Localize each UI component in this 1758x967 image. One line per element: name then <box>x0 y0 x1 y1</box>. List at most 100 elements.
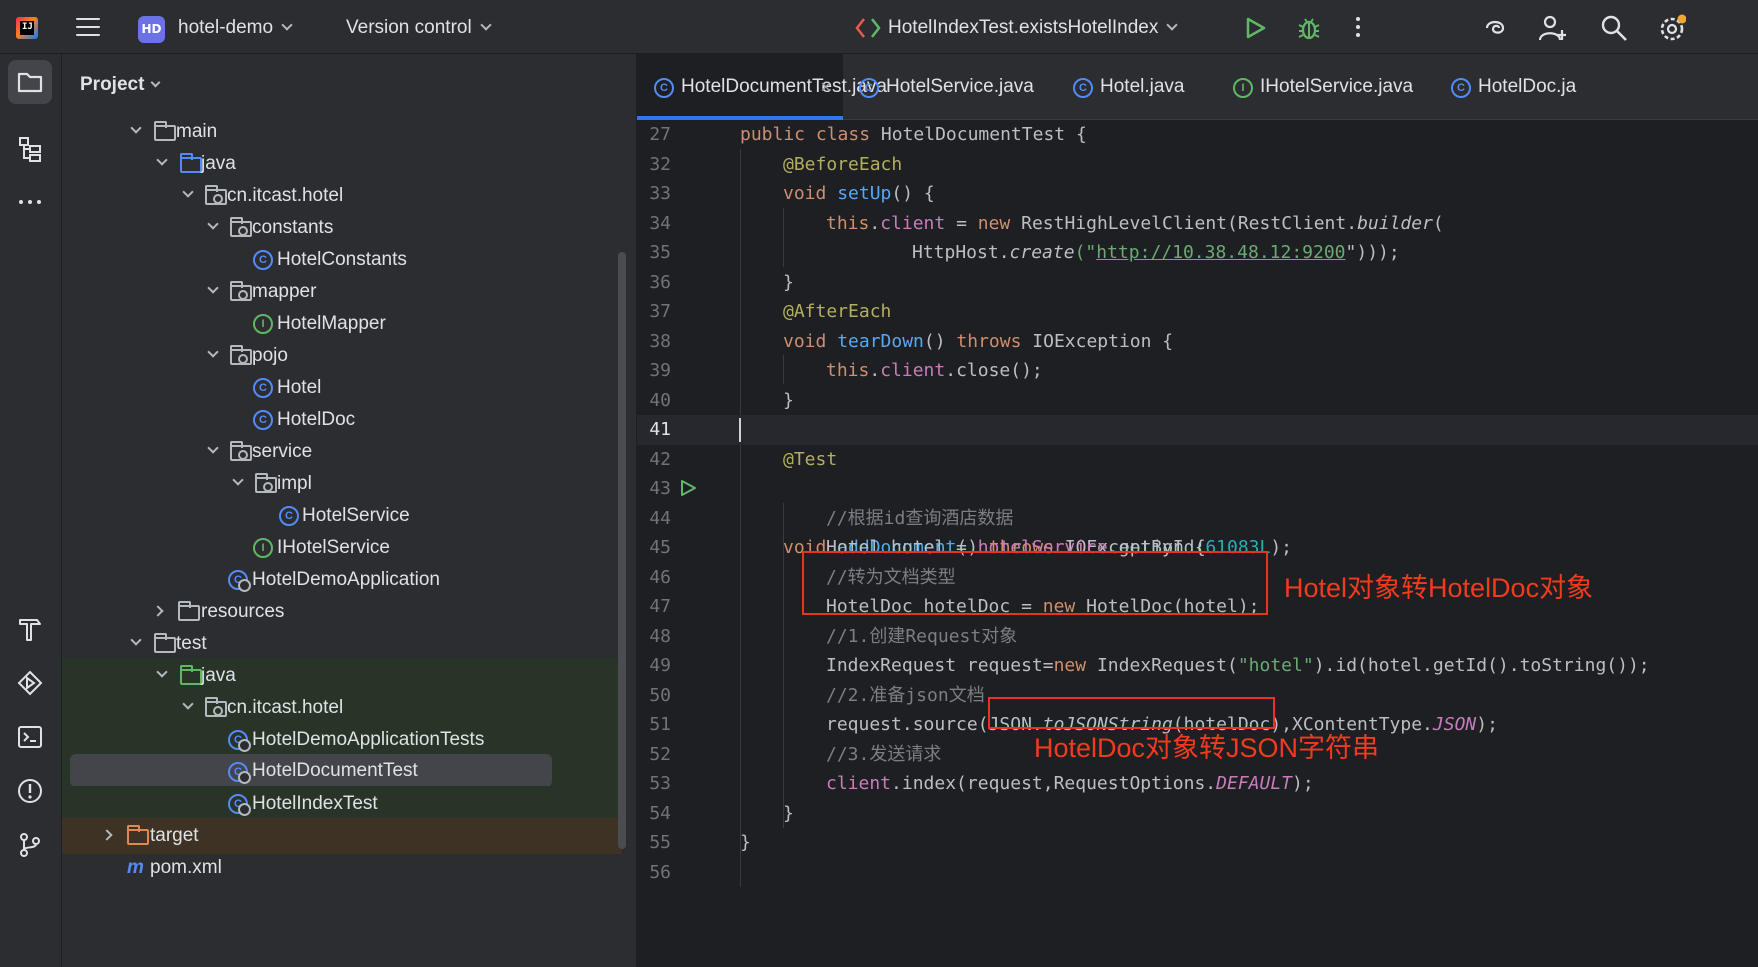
tree-item-hoteldemoapplicationtests[interactable]: C HotelDemoApplicationTests <box>62 722 622 758</box>
tree-item-hotelmapper[interactable]: I HotelMapper <box>62 306 622 342</box>
tree-item-main[interactable]: main <box>62 114 622 150</box>
problems-tool-button[interactable] <box>8 769 52 813</box>
add-user-icon[interactable] <box>1538 14 1566 42</box>
settings-icon[interactable] <box>1658 14 1686 42</box>
test-class-icon: C <box>654 78 674 98</box>
code-token: this <box>826 360 870 381</box>
tree-label: HotelService <box>302 505 410 526</box>
tree-label: cn.itcast.hotel <box>227 185 344 206</box>
highlight-box-json-conversion <box>988 697 1275 729</box>
code-token: = <box>945 212 978 234</box>
code-line: 32 @BeforeEach <box>637 150 1758 180</box>
tree-item-hotel[interactable]: C Hotel <box>62 370 622 406</box>
debug-icon[interactable] <box>1296 15 1322 41</box>
code-line: 44 //根据id查询酒店数据 <box>637 504 1758 534</box>
line-number: 53 <box>649 773 671 794</box>
code-token: void <box>783 330 838 352</box>
tree-item-test[interactable]: test <box>62 626 622 662</box>
tree-item-hoteldocumenttest[interactable]: C HotelDocumentTest <box>70 754 552 787</box>
build-hammer-icon <box>19 619 41 641</box>
tree-item-target[interactable]: target <box>62 818 622 854</box>
structure-tool-button[interactable] <box>8 127 52 171</box>
junit-config-icon <box>855 18 881 38</box>
tab-hotelservice[interactable]: C HotelService.java <box>859 54 1049 120</box>
tab-label: Hotel.java <box>1100 76 1185 97</box>
tree-label: target <box>150 825 199 846</box>
tree-label: service <box>252 441 313 462</box>
code-token: } <box>783 802 794 824</box>
tree-item-mapper[interactable]: mapper <box>62 274 622 310</box>
tree-item-service[interactable]: service <box>62 434 622 470</box>
terminal-tool-button[interactable] <box>8 715 52 759</box>
project-panel-title[interactable]: Project <box>80 74 161 96</box>
code-token: builder <box>1357 212 1433 234</box>
code-token: new <box>977 212 1022 234</box>
tree-item-constants[interactable]: constants <box>62 210 622 246</box>
code-line: 42 @Test <box>637 445 1758 475</box>
run-icon[interactable] <box>1244 17 1266 39</box>
code-line: 34 this.client = new RestHighLevelClient(… <box>637 209 1758 239</box>
tree-item-impl[interactable]: impl <box>62 466 622 502</box>
tree-item-package[interactable]: cn.itcast.hotel <box>62 178 622 214</box>
project-tool-button[interactable] <box>8 60 52 104</box>
tab-hoteldocumenttest[interactable]: C HotelDocumentTest.java × <box>637 54 887 120</box>
tree-item-test-java[interactable]: java <box>62 658 622 694</box>
tree-label: HotelMapper <box>277 313 386 334</box>
project-selector[interactable]: hotel-demo <box>178 17 293 39</box>
tree-item-pojo[interactable]: pojo <box>62 338 622 374</box>
code-line: 54} <box>637 799 1758 829</box>
tab-label: HotelDoc.ja <box>1478 76 1577 97</box>
more-icon[interactable] <box>1354 17 1362 39</box>
tree-item-hotelconstants[interactable]: C HotelConstants <box>62 242 622 278</box>
tab-hoteldoc[interactable]: C HotelDoc.ja <box>1451 54 1591 120</box>
tree-item-resources[interactable]: resources <box>62 594 622 630</box>
tab-ihotelservice[interactable]: I IHotelService.java <box>1233 54 1423 120</box>
line-number: 47 <box>649 596 671 617</box>
close-icon[interactable]: × <box>820 54 831 120</box>
interface-icon: I <box>1233 78 1253 98</box>
tree-label: test <box>176 633 207 654</box>
more-tools-icon <box>19 200 41 204</box>
ai-assistant-icon[interactable] <box>1481 14 1509 42</box>
tab-hotel[interactable]: C Hotel.java <box>1073 54 1213 120</box>
tree-item-hotelindextest[interactable]: C HotelIndexTest <box>62 786 622 822</box>
code-token: () <box>923 330 957 352</box>
code-line: 33 void setUp() { <box>637 179 1758 209</box>
tree-item-ihotelservice[interactable]: I IHotelService <box>62 530 622 566</box>
url-link[interactable]: http://10.38.48.12:9200 <box>1096 242 1345 263</box>
line-number: 34 <box>649 212 671 234</box>
tree-item-hoteldoc[interactable]: C HotelDoc <box>62 402 622 438</box>
code-token: HotelDocumentTest { <box>880 124 1087 145</box>
project-badge[interactable]: HD <box>138 16 165 43</box>
tree-label: HotelDoc <box>277 409 356 430</box>
chevron-down-icon <box>1166 19 1179 31</box>
line-number: 41 <box>649 419 671 440</box>
code-token: "))); <box>1345 242 1400 263</box>
build-tool-button[interactable] <box>8 607 52 651</box>
line-number: 35 <box>649 242 671 263</box>
more-tools-button[interactable] <box>8 180 52 224</box>
search-icon[interactable] <box>1600 14 1628 42</box>
hamburger-menu-icon[interactable] <box>76 18 100 38</box>
tree-item-pom[interactable]: m pom.xml <box>62 850 622 886</box>
current-code-line: 41 <box>637 415 1758 445</box>
code-token: ); <box>1476 714 1498 735</box>
code-token: .close(); <box>945 360 1043 381</box>
tree-item-java[interactable]: java <box>62 146 622 182</box>
tree-item-hotelservice[interactable]: C HotelService <box>62 498 622 534</box>
tree-item-hoteldocumenttest-wrap: C HotelDocumentTest <box>62 754 622 790</box>
tree-label: main <box>176 121 218 142</box>
code-token: HttpHost. <box>912 242 1010 263</box>
run-config-selector[interactable]: HotelIndexTest.existsHotelIndex <box>888 17 1179 39</box>
services-tool-button[interactable] <box>8 661 52 705</box>
version-control-menu[interactable]: Version control <box>346 17 492 39</box>
run-test-gutter-icon[interactable] <box>679 479 697 497</box>
line-number: 45 <box>649 537 671 558</box>
class-icon: C <box>253 410 273 430</box>
code-token: create <box>1009 242 1075 263</box>
line-number: 54 <box>649 802 671 824</box>
git-tool-button[interactable] <box>8 823 52 867</box>
tree-item-test-package[interactable]: cn.itcast.hotel <box>62 690 622 726</box>
project-scrollbar[interactable] <box>618 252 626 849</box>
tree-item-hoteldemoapplication[interactable]: C HotelDemoApplication <box>62 562 622 598</box>
